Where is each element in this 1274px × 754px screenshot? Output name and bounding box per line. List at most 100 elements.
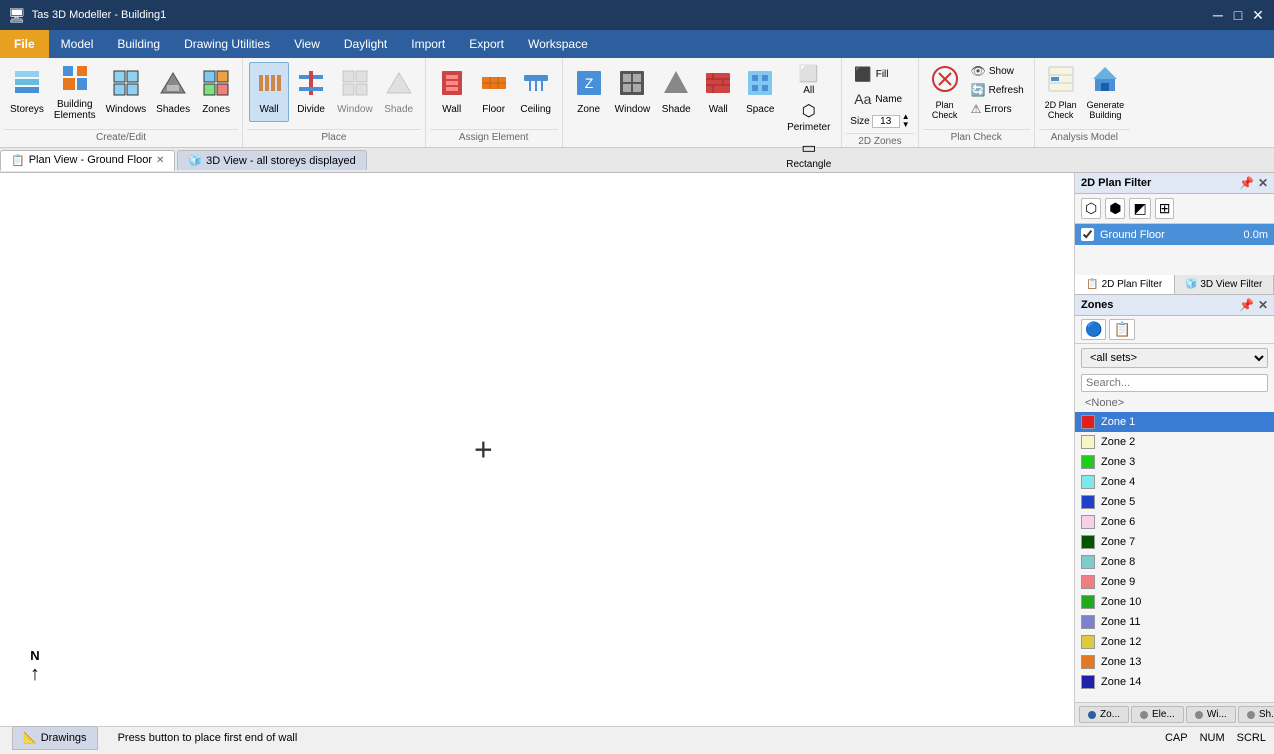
zones-toolbar-btn-2[interactable]: 📋 bbox=[1109, 319, 1134, 340]
shade-place-button[interactable]: Shade bbox=[379, 62, 419, 122]
zone-item-12[interactable]: Zone 12 bbox=[1075, 632, 1274, 652]
building-elements-icon bbox=[61, 64, 89, 97]
zone-none-item[interactable]: <None> bbox=[1075, 394, 1274, 412]
zone-11-color bbox=[1081, 615, 1095, 629]
app-icon: 🖥 bbox=[8, 7, 26, 24]
wall-place-button[interactable]: Wall bbox=[249, 62, 289, 122]
size-label: Size bbox=[850, 116, 869, 127]
zone-item-3[interactable]: Zone 3 bbox=[1075, 452, 1274, 472]
shade-set-button[interactable]: Shade bbox=[656, 62, 696, 122]
wall-assign-button[interactable]: Wall bbox=[432, 62, 472, 122]
close-panel-icon[interactable]: ✕ bbox=[1258, 176, 1268, 190]
menu-workspace[interactable]: Workspace bbox=[516, 30, 600, 58]
divide-button[interactable]: Divide bbox=[291, 62, 331, 122]
window-set-label: Window bbox=[615, 104, 651, 115]
filter-btn-1[interactable]: ⬡ bbox=[1081, 198, 1101, 219]
windows-icon bbox=[112, 69, 140, 102]
zone-item-5[interactable]: Zone 5 bbox=[1075, 492, 1274, 512]
menu-view[interactable]: View bbox=[282, 30, 332, 58]
space-button[interactable]: Space bbox=[740, 62, 780, 122]
minimize-button[interactable]: ─ bbox=[1210, 7, 1226, 23]
menu-file[interactable]: File bbox=[0, 30, 49, 58]
all-button[interactable]: ⬜ All bbox=[782, 62, 835, 98]
zones-pin-icon[interactable]: 📌 bbox=[1239, 298, 1254, 312]
windows-button[interactable]: Windows bbox=[102, 62, 151, 122]
refresh-button[interactable]: 🔄 Refresh bbox=[967, 81, 1028, 99]
storeys-button[interactable]: Storeys bbox=[6, 62, 48, 122]
zones-toolbar-btn-1[interactable]: 🔵 bbox=[1081, 319, 1106, 340]
zone-item-7[interactable]: Zone 7 bbox=[1075, 532, 1274, 552]
zone-item-10[interactable]: Zone 10 bbox=[1075, 592, 1274, 612]
building-elements-button[interactable]: BuildingElements bbox=[50, 62, 100, 122]
select-sub-col: ⬜ All ⬡ Perimeter ▭ Rectangle bbox=[782, 62, 835, 172]
size-input[interactable] bbox=[872, 115, 900, 128]
generate-building-label: GenerateBuilding bbox=[1087, 100, 1125, 120]
zone-13-label: Zone 13 bbox=[1101, 656, 1141, 668]
canvas-area[interactable]: + N ↑ bbox=[0, 173, 1074, 726]
floor-button[interactable]: Floor bbox=[474, 62, 514, 122]
bottom-tab-ele[interactable]: Ele... bbox=[1131, 706, 1184, 723]
menu-export[interactable]: Export bbox=[457, 30, 516, 58]
bottom-tab-wi[interactable]: Wi... bbox=[1186, 706, 1236, 723]
errors-button[interactable]: ⚠ Errors bbox=[967, 100, 1028, 118]
menu-building[interactable]: Building bbox=[105, 30, 172, 58]
zone-item-13[interactable]: Zone 13 bbox=[1075, 652, 1274, 672]
zone-item-2[interactable]: Zone 2 bbox=[1075, 432, 1274, 452]
generate-building-button[interactable]: GenerateBuilding bbox=[1083, 62, 1129, 122]
filter-btn-4[interactable]: ⊞ bbox=[1155, 198, 1175, 219]
perimeter-label: Perimeter bbox=[787, 122, 830, 133]
bottom-tab-zo[interactable]: Zo... bbox=[1079, 706, 1129, 723]
tab-3d-view-filter[interactable]: 🧊 3D View Filter bbox=[1175, 275, 1274, 294]
menu-model[interactable]: Model bbox=[49, 30, 106, 58]
drawings-tab[interactable]: 📐 Drawings bbox=[12, 726, 98, 750]
menu-drawing-utilities[interactable]: Drawing Utilities bbox=[172, 30, 282, 58]
zone-item-9[interactable]: Zone 9 bbox=[1075, 572, 1274, 592]
menu-daylight[interactable]: Daylight bbox=[332, 30, 399, 58]
title-bar-controls[interactable]: ─ □ ✕ bbox=[1210, 7, 1266, 23]
num-indicator: NUM bbox=[1200, 732, 1225, 744]
maximize-button[interactable]: □ bbox=[1230, 7, 1246, 23]
wall-set-button[interactable]: Wall bbox=[698, 62, 738, 122]
window-set-button[interactable]: Window bbox=[611, 62, 655, 122]
tab-2d-plan-filter[interactable]: 📋 2D Plan Filter bbox=[1075, 275, 1175, 294]
2d-plan-check-button[interactable]: 2D PlanCheck bbox=[1041, 62, 1081, 122]
fill-button[interactable]: ⬛ Fill bbox=[850, 64, 909, 85]
tab-plan-view[interactable]: 📋 Plan View - Ground Floor ✕ bbox=[0, 150, 175, 171]
filter-btn-2[interactable]: ⬢ bbox=[1105, 198, 1125, 219]
ribbon-group-2dzones: ⬛ Fill Aa Name Size ▲ ▼ 2D Zones bbox=[842, 58, 918, 147]
zone-item-14[interactable]: Zone 14 bbox=[1075, 672, 1274, 692]
zones-search-input[interactable] bbox=[1081, 374, 1268, 392]
shades-button[interactable]: Shades bbox=[152, 62, 194, 122]
tab-3d-view[interactable]: 🧊 3D View - all storeys displayed bbox=[177, 150, 366, 170]
zone-item-8[interactable]: Zone 8 bbox=[1075, 552, 1274, 572]
rectangle-button[interactable]: ▭ Rectangle bbox=[782, 136, 835, 172]
zone-item-4[interactable]: Zone 4 bbox=[1075, 472, 1274, 492]
zone-14-label: Zone 14 bbox=[1101, 676, 1141, 688]
window-place-button[interactable]: Window bbox=[333, 62, 377, 122]
zo-label: Zo... bbox=[1100, 709, 1120, 720]
zone-set-button[interactable]: Z Zone bbox=[569, 62, 609, 122]
plan-check-button[interactable]: PlanCheck bbox=[925, 62, 965, 122]
ceiling-button[interactable]: Ceiling bbox=[516, 62, 556, 122]
zone-item-11[interactable]: Zone 11 bbox=[1075, 612, 1274, 632]
floor-entry-ground: Ground Floor 0.0m bbox=[1075, 224, 1274, 245]
tab-plan-view-close[interactable]: ✕ bbox=[156, 155, 164, 166]
show-button[interactable]: 👁 Show bbox=[967, 62, 1028, 80]
name-button[interactable]: Aa Name bbox=[850, 89, 909, 109]
floor-checkbox[interactable] bbox=[1081, 228, 1094, 241]
zones-button[interactable]: Zones bbox=[196, 62, 236, 122]
menu-import[interactable]: Import bbox=[399, 30, 457, 58]
ele-label: Ele... bbox=[1152, 709, 1175, 720]
bottom-tab-sh[interactable]: Sh... bbox=[1238, 706, 1274, 723]
perimeter-button[interactable]: ⬡ Perimeter bbox=[782, 99, 835, 135]
zones-dropdown[interactable]: <all sets> bbox=[1081, 348, 1268, 368]
close-button[interactable]: ✕ bbox=[1250, 7, 1266, 23]
title-bar: 🖥 Tas 3D Modeller - Building1 ─ □ ✕ bbox=[0, 0, 1274, 30]
zone-item-1[interactable]: Zone 1 bbox=[1075, 412, 1274, 432]
filter-btn-3[interactable]: ◩ bbox=[1129, 198, 1150, 219]
zone-item-6[interactable]: Zone 6 bbox=[1075, 512, 1274, 532]
zone-12-color bbox=[1081, 635, 1095, 649]
zones-close-icon[interactable]: ✕ bbox=[1258, 298, 1268, 312]
size-down-icon[interactable]: ▼ bbox=[902, 121, 910, 129]
pin-icon[interactable]: 📌 bbox=[1239, 176, 1254, 190]
